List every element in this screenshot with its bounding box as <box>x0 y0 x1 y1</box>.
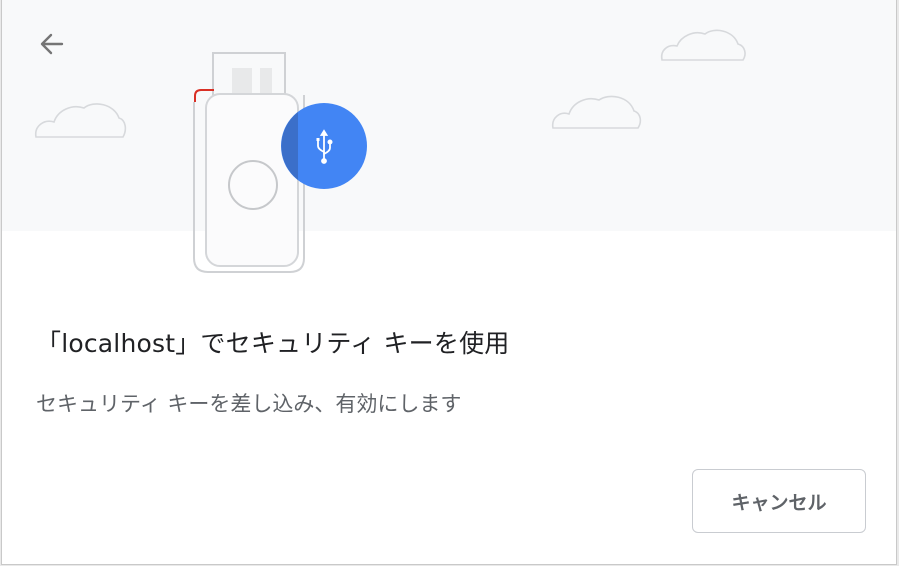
cancel-button[interactable]: キャンセル <box>692 469 866 533</box>
security-key-illustration <box>34 29 746 273</box>
dialog-title: 「localhost」でセキュリティ キーを使用 <box>36 329 510 358</box>
cloud-icon <box>551 95 642 129</box>
back-button[interactable] <box>38 30 78 70</box>
cloud-icon <box>660 29 746 61</box>
security-key-dialog: 「localhost」でセキュリティ キーを使用 セキュリティ キーを差し込み、… <box>1 0 897 565</box>
arrow-back-icon <box>40 33 64 55</box>
usb-badge <box>281 103 367 189</box>
dialog-description: セキュリティ キーを差し込み、有効にします <box>36 392 462 416</box>
cloud-icon <box>34 103 127 138</box>
illustration-header <box>2 0 896 273</box>
